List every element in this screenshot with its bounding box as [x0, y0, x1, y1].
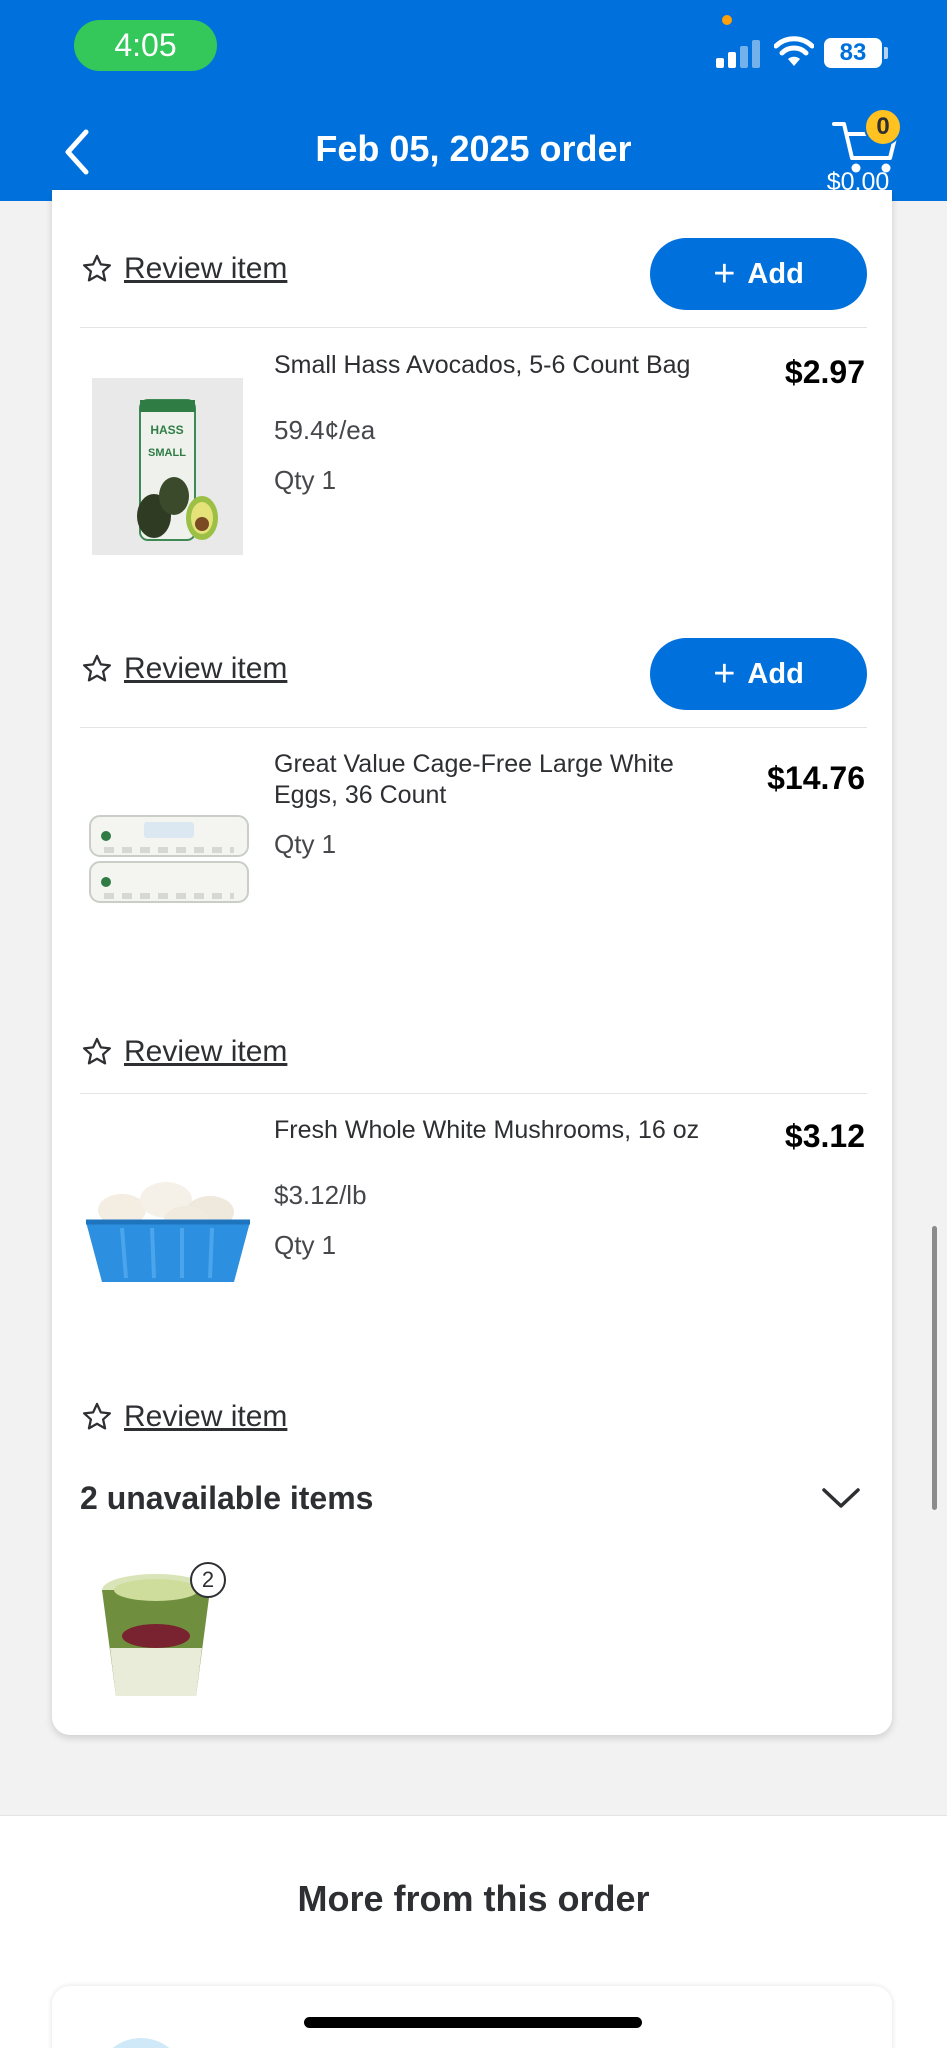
- privacy-indicator-dot: [722, 15, 732, 25]
- plus-icon: +: [713, 653, 736, 695]
- review-item-label: Review item: [124, 1400, 288, 1433]
- expand-unavailable-button[interactable]: [820, 1484, 862, 1519]
- battery-indicator: 83: [824, 38, 882, 68]
- divider: [80, 727, 867, 728]
- eggs-product-image[interactable]: [84, 800, 254, 920]
- mushroom-container-icon: [86, 1182, 250, 1282]
- add-button-label: Add: [747, 657, 804, 690]
- home-indicator[interactable]: [304, 2017, 642, 2028]
- quantity: Qty 1: [274, 465, 337, 495]
- mushrooms-product-image[interactable]: [82, 1170, 254, 1290]
- product-name[interactable]: Great Value Cage-Free Large White Eggs, …: [274, 749, 734, 811]
- egg-carton-icon: [89, 815, 249, 903]
- chevron-down-icon: [822, 1488, 860, 1508]
- section-title: More from this order: [297, 1878, 650, 1919]
- wifi-icon: [774, 36, 814, 66]
- order-details-screen: 4:05 83 Feb 05, 2025 order 0 $0.00 Revie…: [0, 0, 947, 2048]
- avocado-bag-icon: HASS SMALL: [137, 399, 218, 541]
- divider: [80, 327, 867, 328]
- star-outline-icon: [82, 1402, 112, 1430]
- review-item-link[interactable]: Review item: [80, 1035, 287, 1069]
- unavailable-items-title[interactable]: 2 unavailable items: [80, 1480, 373, 1517]
- review-item-label: Review item: [124, 1035, 288, 1068]
- review-item-label: Review item: [124, 652, 288, 685]
- quantity: Qty 1: [274, 1230, 337, 1260]
- divider: [80, 1093, 867, 1094]
- page-title: Feb 05, 2025 order: [315, 128, 632, 169]
- avocado-product-image[interactable]: HASS SMALL: [92, 378, 243, 555]
- battery-tip: [884, 47, 888, 59]
- add-button-label: Add: [747, 257, 804, 290]
- review-item-link[interactable]: Review item: [80, 1400, 287, 1434]
- product-name[interactable]: Fresh Whole White Mushrooms, 16 oz: [274, 1115, 699, 1146]
- product-price: $3.12: [784, 1118, 865, 1154]
- product-price: $14.76: [767, 760, 865, 796]
- cellular-signal-icon: [716, 40, 760, 68]
- review-item-label: Review item: [124, 252, 288, 285]
- unit-price: 59.4¢/ea: [274, 415, 376, 445]
- svg-text:SMALL: SMALL: [148, 447, 186, 459]
- plus-icon: +: [713, 253, 736, 295]
- star-outline-icon: [82, 1037, 112, 1065]
- star-outline-icon: [82, 254, 112, 282]
- add-to-cart-button[interactable]: + Add: [650, 638, 867, 710]
- status-time: 4:05: [74, 20, 217, 71]
- product-price: $2.97: [784, 354, 865, 390]
- app-header: 4:05 83 Feb 05, 2025 order 0 $0.00: [0, 0, 947, 201]
- review-item-link[interactable]: Review item: [80, 652, 287, 686]
- review-item-link[interactable]: Review item: [80, 252, 287, 286]
- cart-count-badge: 0: [864, 108, 902, 146]
- unit-price: $3.12/lb: [274, 1180, 367, 1210]
- more-from-order-section: More from this order: [0, 1815, 947, 2048]
- avatar: [96, 2038, 186, 2048]
- add-to-cart-button[interactable]: + Add: [650, 238, 867, 310]
- star-outline-icon: [82, 654, 112, 682]
- unavailable-count-badge: 2: [190, 1562, 226, 1598]
- svg-text:HASS: HASS: [150, 423, 183, 437]
- product-name[interactable]: Small Hass Avocados, 5-6 Count Bag: [274, 350, 690, 381]
- scrollbar[interactable]: [932, 1226, 937, 1510]
- quantity: Qty 1: [274, 829, 337, 859]
